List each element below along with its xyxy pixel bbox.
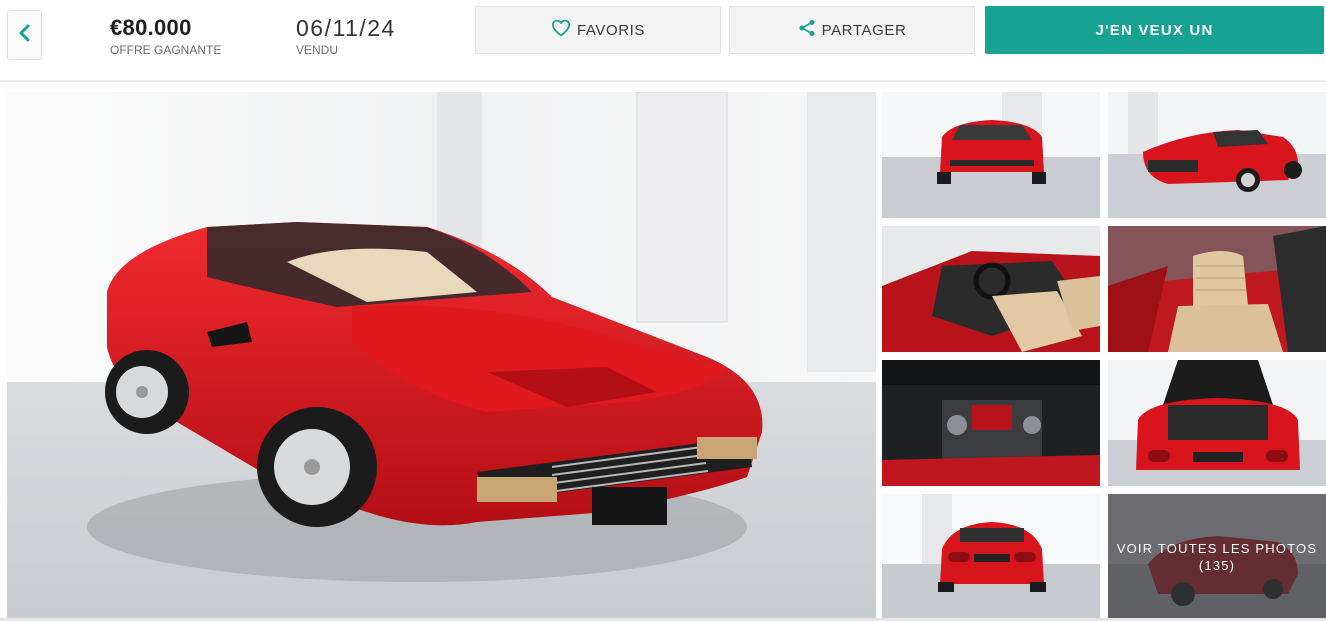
heart-icon [551, 19, 577, 41]
thumbnail-photo[interactable] [882, 226, 1100, 352]
main-photo[interactable] [7, 92, 876, 618]
view-all-photos-button[interactable]: VOIR TOUTES LES PHOTOS (135) [1108, 494, 1326, 620]
thumbnail-photo[interactable] [882, 494, 1100, 620]
photo-count: (135) [1198, 558, 1236, 573]
sale-date: 06/11/24 [296, 15, 396, 41]
price-label: OFFRE GAGNANTE [110, 43, 222, 57]
price-block: €80.000 OFFRE GAGNANTE [110, 15, 222, 58]
back-button[interactable] [7, 10, 42, 60]
thumbnail-photo[interactable] [1108, 226, 1326, 352]
favorite-label: FAVORIS [576, 21, 646, 39]
view-all-photos-label: VOIR TOUTES LES PHOTOS [1116, 541, 1318, 556]
chevron-left-icon [18, 24, 32, 47]
favorite-button[interactable]: FAVORIS [475, 6, 721, 54]
listing-header: €80.000 OFFRE GAGNANTE 06/11/24 VENDU FA… [0, 0, 1326, 82]
photo-gallery: VOIR TOUTES LES PHOTOS (135) [0, 84, 1326, 621]
sale-date-block: 06/11/24 VENDU [296, 16, 396, 57]
thumbnail-photo[interactable] [1108, 92, 1326, 218]
thumbnail-photo[interactable] [882, 92, 1100, 218]
want-one-button[interactable]: J'EN VEUX UN [985, 6, 1324, 54]
winning-price: €80.000 [110, 15, 192, 40]
share-icon [798, 19, 822, 41]
sale-status-label: VENDU [296, 43, 339, 57]
share-label: PARTAGER [821, 21, 907, 39]
share-button[interactable]: PARTAGER [729, 6, 975, 54]
view-all-photos-overlay: VOIR TOUTES LES PHOTOS (135) [1108, 494, 1326, 620]
thumbnail-photo[interactable] [882, 360, 1100, 486]
thumbnail-photo[interactable] [1108, 360, 1326, 486]
